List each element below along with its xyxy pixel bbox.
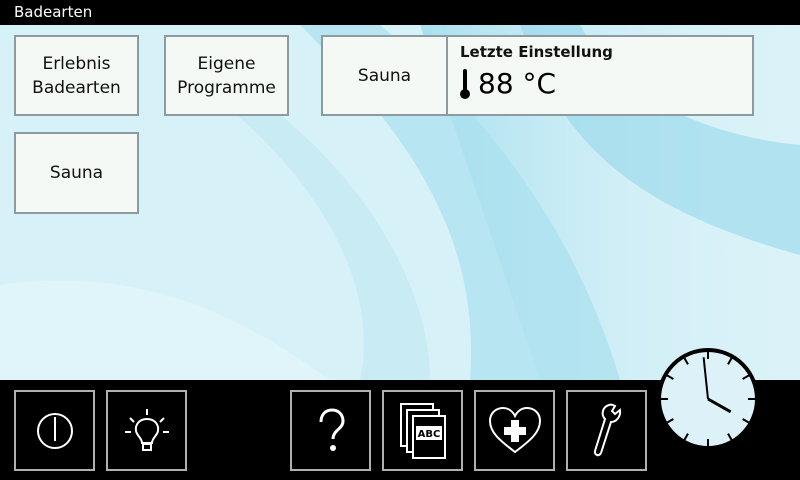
light-button[interactable]	[106, 390, 187, 471]
heart-plus-icon	[488, 406, 541, 453]
sauna-button[interactable]: Sauna	[14, 132, 139, 214]
erlebnis-badearten-label: Erlebnis Badearten	[32, 53, 121, 98]
help-button[interactable]	[290, 390, 371, 471]
health-button[interactable]	[474, 390, 555, 471]
service-button[interactable]	[566, 390, 647, 471]
eigene-programme-button[interactable]: Eigene Programme	[164, 35, 289, 116]
main-area: Erlebnis Badearten Eigene Programme Saun…	[0, 25, 800, 380]
last-setting-temperature-row: 88 °C	[460, 67, 740, 100]
power-button[interactable]	[14, 390, 95, 471]
last-setting-panel: Sauna Letzte Einstellung 88 °C	[321, 35, 754, 116]
power-icon	[36, 412, 73, 449]
light-bulb-icon	[124, 408, 169, 451]
documents-button[interactable]: ABC	[382, 390, 463, 471]
abc-label: ABC	[417, 429, 440, 440]
eigene-programme-label: Eigene Programme	[177, 53, 276, 98]
last-setting-header: Letzte Einstellung	[460, 43, 613, 61]
last-setting-temperature: 88 °C	[478, 67, 557, 100]
documents-abc-icon: ABC	[399, 402, 446, 459]
erlebnis-badearten-button[interactable]: Erlebnis Badearten	[14, 35, 139, 116]
question-mark-icon	[319, 407, 345, 451]
last-setting-mode-button[interactable]: Sauna	[323, 37, 448, 114]
wrench-icon	[593, 403, 621, 456]
last-setting-info: Letzte Einstellung 88 °C	[448, 37, 752, 114]
clock-widget[interactable]	[656, 347, 760, 451]
window-title: Badearten	[0, 0, 800, 25]
thermometer-icon	[460, 68, 470, 99]
sauna-label: Sauna	[49, 163, 104, 183]
